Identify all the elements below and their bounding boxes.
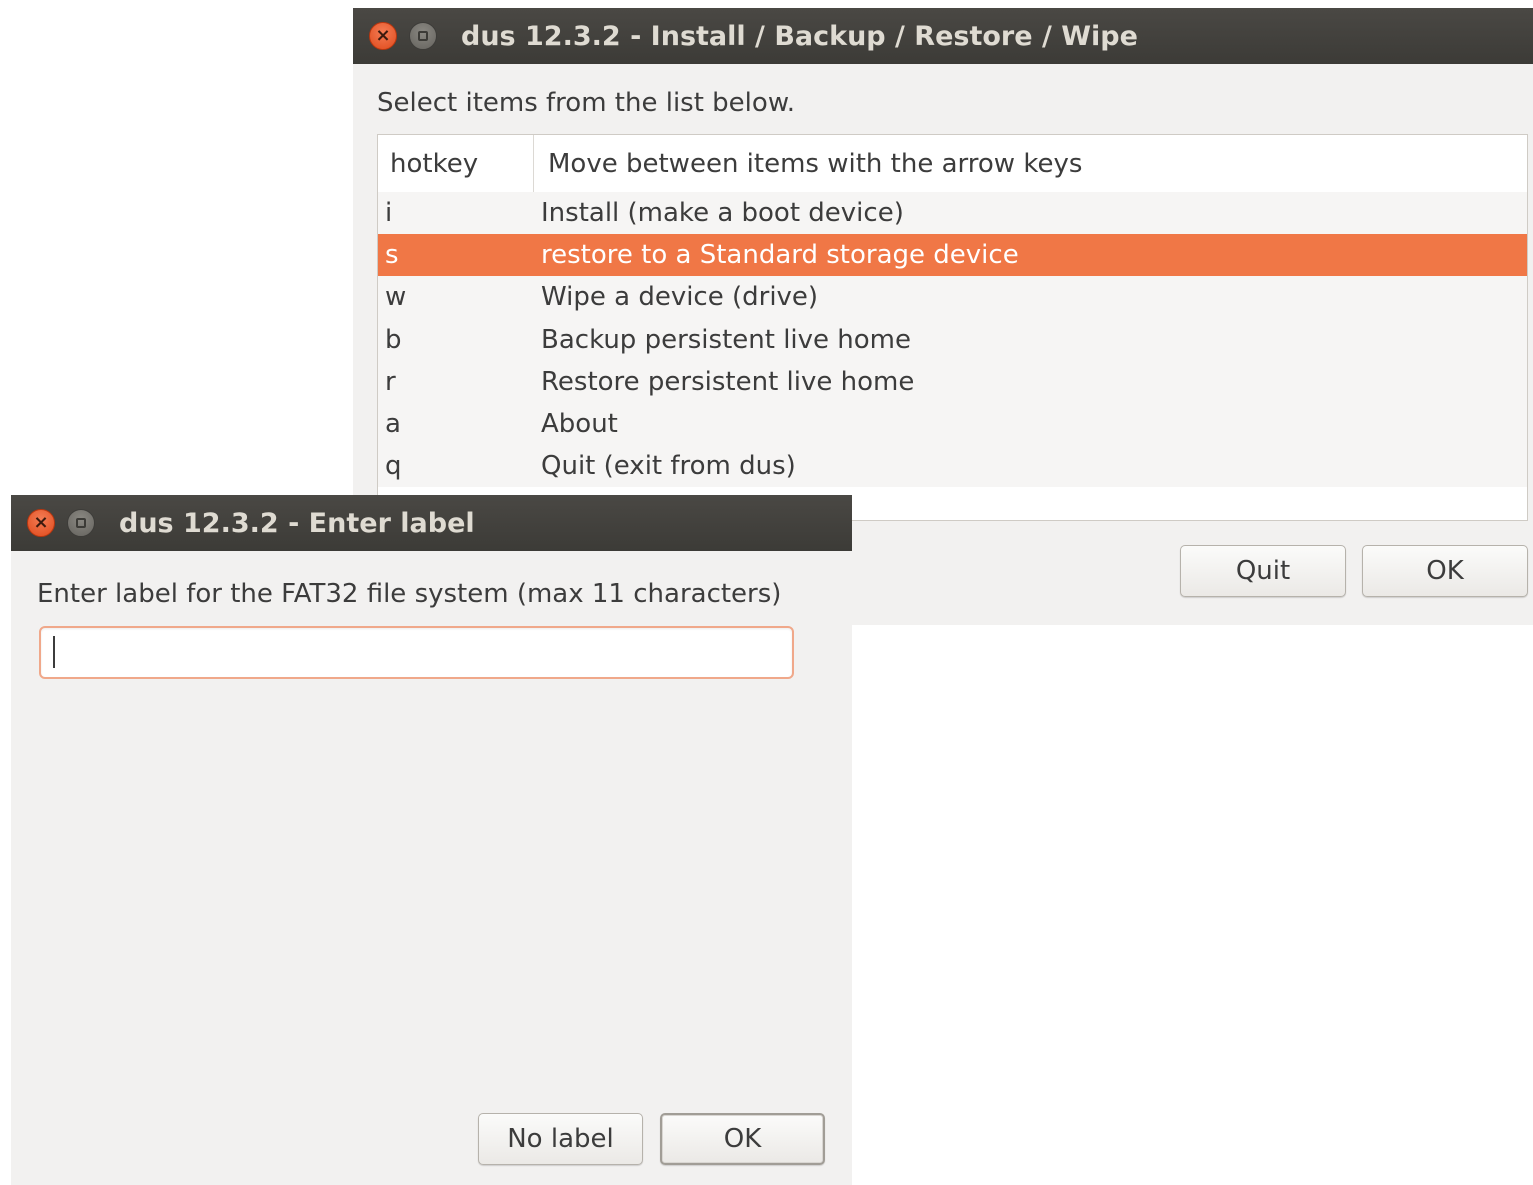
list-item-hotkey: w [385, 282, 407, 313]
list-item[interactable]: r Restore persistent live home [378, 360, 1527, 403]
maximize-icon[interactable] [409, 22, 437, 50]
list-item-label: About [541, 409, 618, 440]
list-item[interactable]: s restore to a Standard storage device [378, 234, 1527, 277]
list-header: hotkey Move between items with the arrow… [378, 135, 1527, 193]
label-ok-button[interactable]: OK [660, 1113, 825, 1165]
main-prompt: Select items from the list below. [377, 88, 795, 118]
list-item-label: Backup persistent live home [541, 324, 912, 355]
label-window-title: dus 12.3.2 - Enter label [119, 507, 475, 539]
list-item-hotkey: r [385, 366, 396, 397]
list-item[interactable]: q Quit (exit from dus) [378, 445, 1527, 488]
no-label-button[interactable]: No label [478, 1113, 643, 1165]
label-titlebar[interactable]: × dus 12.3.2 - Enter label [11, 495, 852, 551]
enter-label-dialog-window: × dus 12.3.2 - Enter label Enter label f… [11, 495, 852, 1185]
column-header-hotkey[interactable]: hotkey [378, 135, 534, 192]
list-item-hotkey: s [385, 240, 399, 271]
quit-button[interactable]: Quit [1180, 545, 1346, 597]
list-item-hotkey: a [385, 409, 401, 440]
list-item-label: Install (make a boot device) [541, 198, 904, 229]
list-item[interactable]: w Wipe a device (drive) [378, 276, 1527, 319]
menu-list[interactable]: hotkey Move between items with the arrow… [377, 134, 1528, 521]
list-item-hotkey: b [385, 324, 402, 355]
ok-button[interactable]: OK [1362, 545, 1528, 597]
maximize-icon[interactable] [67, 509, 95, 537]
list-item-label: Wipe a device (drive) [541, 282, 819, 313]
list-item-label: restore to a Standard storage device [541, 240, 1019, 271]
list-item-label: Quit (exit from dus) [541, 451, 796, 482]
list-item[interactable]: b Backup persistent live home [378, 318, 1527, 361]
label-input[interactable] [39, 626, 794, 679]
list-item-hotkey: q [385, 451, 402, 482]
list-rows: i Install (make a boot device) s restore to… [378, 192, 1527, 488]
main-titlebar[interactable]: × dus 12.3.2 - Install / Backup / Restor… [353, 8, 1533, 64]
main-window-title: dus 12.3.2 - Install / Backup / Restore … [461, 20, 1138, 52]
close-icon[interactable]: × [27, 509, 55, 537]
list-item-label: Restore persistent live home [541, 366, 915, 397]
column-header-description[interactable]: Move between items with the arrow keys [534, 135, 1527, 192]
list-item[interactable]: a About [378, 402, 1527, 446]
list-item-hotkey: i [385, 198, 393, 229]
label-prompt: Enter label for the FAT32 file system (m… [37, 579, 782, 609]
list-item[interactable]: i Install (make a boot device) [378, 192, 1527, 235]
text-caret [53, 636, 55, 668]
close-icon[interactable]: × [369, 22, 397, 50]
